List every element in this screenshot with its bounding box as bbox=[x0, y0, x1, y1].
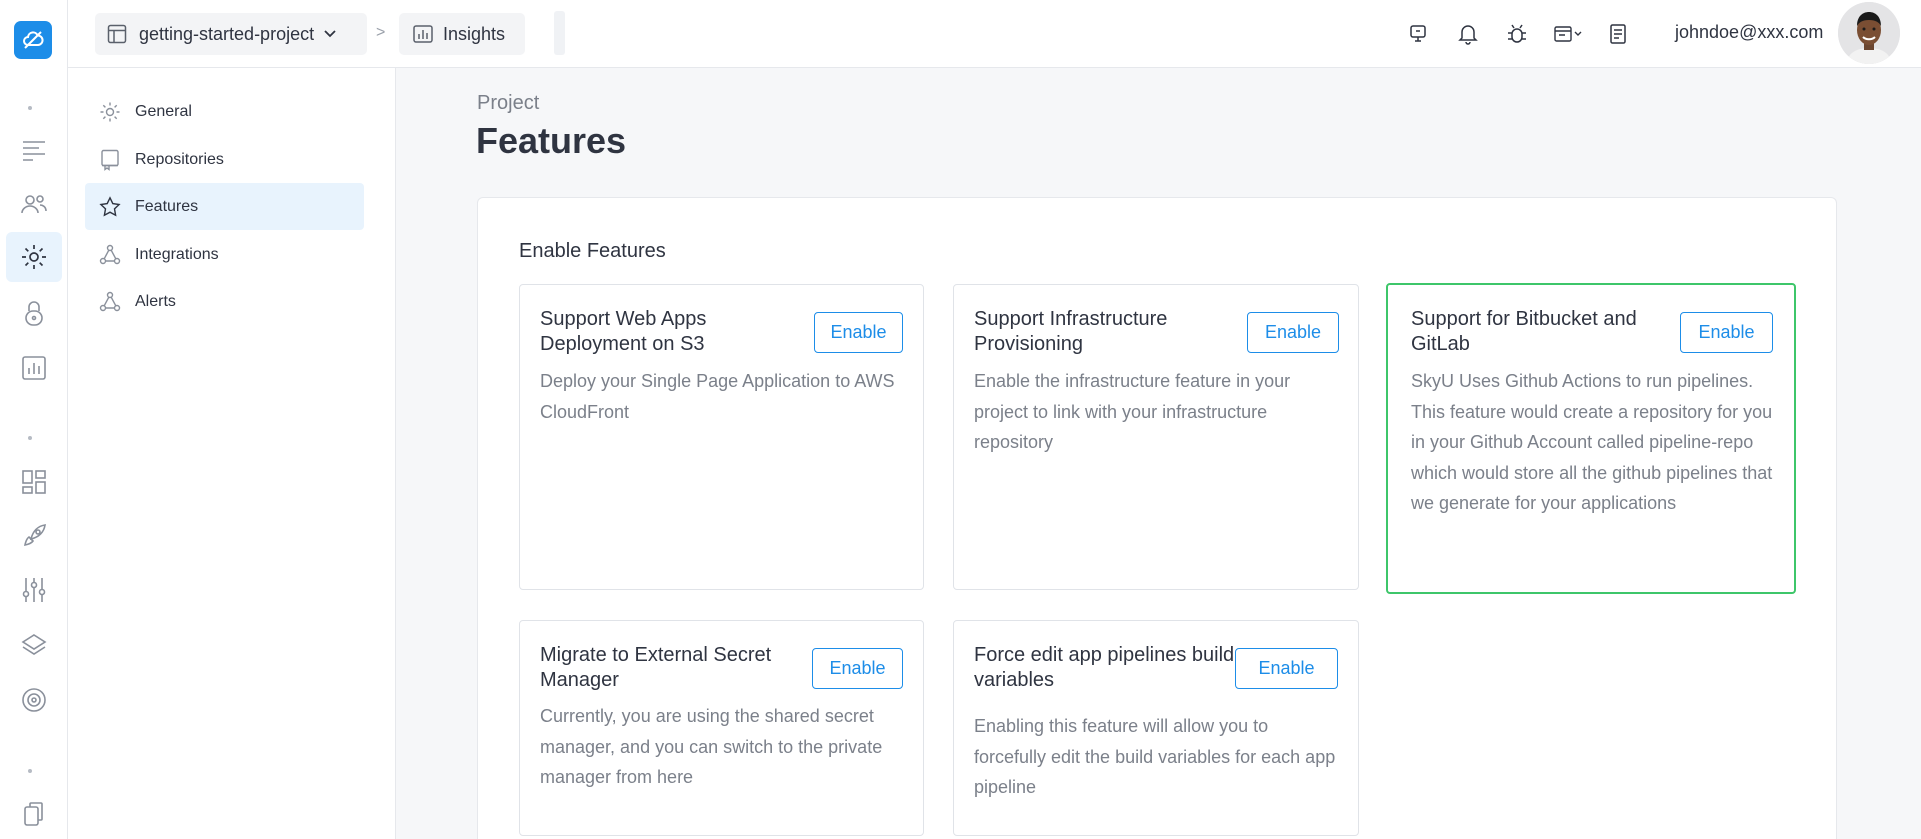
document-icon bbox=[1610, 24, 1626, 44]
header-bug-button[interactable] bbox=[1503, 20, 1531, 48]
copy-icon bbox=[24, 802, 43, 826]
rail-item-settings[interactable] bbox=[6, 232, 62, 282]
project-selector[interactable]: getting-started-project bbox=[95, 13, 367, 55]
bug-icon bbox=[1508, 24, 1526, 43]
rail-item-lock[interactable] bbox=[6, 288, 62, 338]
rail-item-layers[interactable] bbox=[6, 620, 62, 670]
bell-icon bbox=[1458, 25, 1478, 45]
sidebar-item-alerts[interactable]: Alerts bbox=[85, 278, 364, 325]
feature-description: Enable the infrastructure feature in you… bbox=[974, 371, 1291, 452]
feature-description: Deploy your Single Page Application to A… bbox=[540, 371, 895, 422]
rocket-icon bbox=[24, 524, 46, 546]
layers-icon bbox=[21, 634, 47, 655]
sidebar-item-integrations[interactable]: Integrations bbox=[85, 231, 364, 278]
avatar[interactable] bbox=[1838, 2, 1900, 64]
chart-icon bbox=[22, 356, 46, 380]
shield-icon bbox=[22, 688, 46, 712]
breadcrumb-label: Insights bbox=[443, 23, 506, 44]
enable-button[interactable]: Enable bbox=[1235, 648, 1338, 689]
enable-button[interactable]: Enable bbox=[1247, 312, 1339, 353]
feature-title: Support Web Apps Deployment on S3 bbox=[540, 308, 707, 355]
enable-button[interactable]: Enable bbox=[812, 648, 903, 689]
feature-title: Support for Bitbucket and GitLab bbox=[1411, 308, 1637, 355]
breadcrumb-separator: > bbox=[376, 24, 386, 41]
sidebar-item-general[interactable]: General bbox=[85, 88, 364, 135]
header-monitor-button[interactable] bbox=[1404, 20, 1432, 48]
app-logo[interactable] bbox=[14, 21, 52, 59]
rail-item-list[interactable] bbox=[6, 125, 62, 175]
breadcrumb-placeholder bbox=[554, 11, 565, 55]
rail-item-chart[interactable] bbox=[6, 343, 62, 393]
monitor-icon bbox=[1410, 25, 1426, 42]
rail-item-sliders[interactable] bbox=[6, 565, 62, 615]
rail-item-copy[interactable] bbox=[6, 789, 62, 839]
rail-divider bbox=[28, 436, 32, 440]
rail-item-users[interactable] bbox=[6, 179, 62, 229]
sidebar-item-label: Features bbox=[135, 197, 199, 215]
panel-title: Enable Features bbox=[519, 240, 666, 262]
project-icon bbox=[107, 24, 127, 44]
cloud-logo-icon bbox=[23, 31, 44, 49]
apps-icon bbox=[22, 470, 46, 494]
header-docs-button[interactable] bbox=[1604, 20, 1632, 48]
feature-card-secret-manager: Migrate to External Secret Manager Curre… bbox=[519, 620, 924, 836]
insights-icon bbox=[413, 25, 433, 43]
enable-button[interactable]: Enable bbox=[814, 312, 903, 353]
feature-card-s3: Support Web Apps Deployment on S3 Deploy… bbox=[519, 284, 924, 590]
feature-description: Currently, you are using the shared secr… bbox=[540, 706, 883, 787]
integrations-icon bbox=[99, 244, 121, 264]
lock-icon bbox=[25, 301, 43, 326]
rail-item-apps[interactable] bbox=[6, 457, 62, 507]
feature-title: Force edit app pipelines build variables bbox=[974, 644, 1235, 691]
settings-menu: General Repositories Features Integratio… bbox=[68, 68, 396, 839]
sliders-icon bbox=[22, 578, 46, 602]
left-rail bbox=[0, 0, 68, 839]
feature-description: Enabling this feature will allow you to … bbox=[974, 716, 1336, 797]
feature-title: Migrate to External Secret Manager bbox=[540, 644, 772, 691]
rail-item-shield[interactable] bbox=[6, 675, 62, 725]
enable-button[interactable]: Enable bbox=[1680, 312, 1773, 353]
gear-icon bbox=[100, 102, 120, 121]
breadcrumb-current-page[interactable]: Insights bbox=[399, 13, 525, 55]
settings-icon bbox=[22, 245, 46, 269]
feature-card-infrastructure: Support Infrastructure Provisioning Enab… bbox=[953, 284, 1359, 590]
top-header: getting-started-project > Insights johnd… bbox=[68, 0, 1921, 68]
sidebar-item-features[interactable]: Features bbox=[85, 183, 364, 230]
feature-title: Support Infrastructure Provisioning bbox=[974, 308, 1168, 355]
page-subtitle: Project bbox=[477, 92, 540, 114]
list-icon bbox=[23, 141, 45, 161]
sidebar-item-label: Repositories bbox=[135, 150, 224, 168]
page-title: Features bbox=[476, 120, 627, 161]
header-window-menu[interactable] bbox=[1552, 20, 1586, 48]
header-notifications-button[interactable] bbox=[1454, 20, 1482, 48]
alerts-icon bbox=[99, 291, 121, 311]
sidebar-item-label: General bbox=[135, 102, 192, 120]
rail-divider bbox=[28, 769, 32, 773]
user-email: johndoe@xxx.com bbox=[1675, 22, 1824, 42]
feature-description: SkyU Uses Github Actions to run pipeline… bbox=[1411, 371, 1773, 513]
user-avatar-icon bbox=[1838, 2, 1900, 64]
sidebar-item-label: Integrations bbox=[135, 245, 219, 263]
repository-icon bbox=[101, 149, 119, 171]
rail-item-rocket[interactable] bbox=[6, 511, 62, 561]
rail-divider bbox=[28, 106, 32, 110]
feature-card-bitbucket-gitlab: Support for Bitbucket and GitLab SkyU Us… bbox=[1386, 283, 1796, 594]
users-icon bbox=[21, 195, 47, 214]
chevron-down-icon bbox=[324, 30, 336, 38]
sidebar-item-label: Alerts bbox=[135, 292, 176, 310]
feature-card-build-variables: Force edit app pipelines build variables… bbox=[953, 620, 1359, 836]
star-icon bbox=[99, 195, 121, 216]
window-icon bbox=[1554, 26, 1582, 42]
sidebar-item-repositories[interactable]: Repositories bbox=[85, 136, 364, 183]
project-name: getting-started-project bbox=[139, 23, 315, 44]
